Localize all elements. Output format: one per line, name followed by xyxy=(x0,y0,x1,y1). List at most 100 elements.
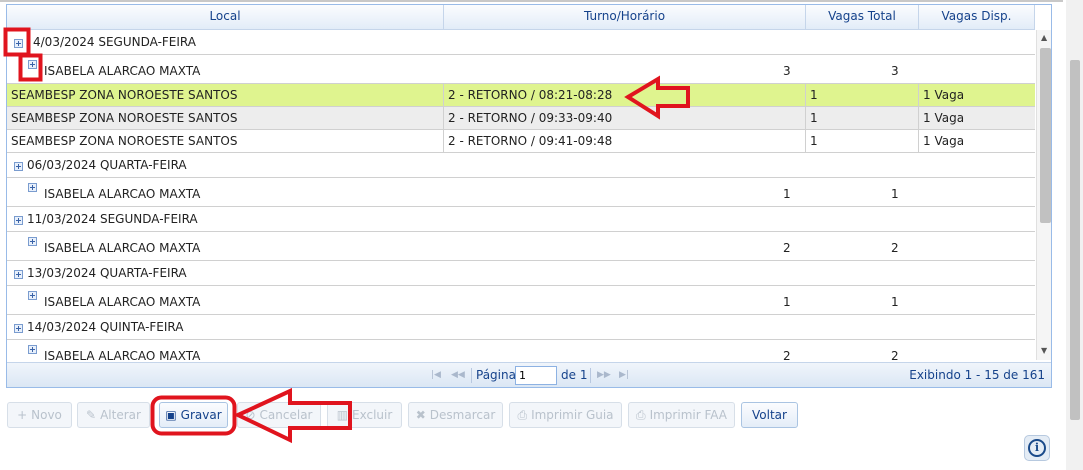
cell-vagas-disp: 1 Vaga xyxy=(923,111,965,125)
table-row[interactable]: SEAMBESP ZONA NOROESTE SANTOS 2 - RETORN… xyxy=(7,84,1035,107)
printer-icon: ⎙ xyxy=(517,408,528,422)
group-row[interactable]: 13/03/2024 QUARTA-FEIRA xyxy=(7,261,1035,286)
vagas-disp-value: 1 xyxy=(891,295,899,309)
group-date-label: 06/03/2024 QUARTA-FEIRA xyxy=(27,158,187,172)
last-page-icon[interactable]: ▶| xyxy=(619,370,629,380)
scroll-up-arrow-icon[interactable]: ▲ xyxy=(1041,33,1047,42)
expand-toggle-icon[interactable] xyxy=(14,216,23,225)
prev-page-icon[interactable]: ◀◀ xyxy=(451,370,465,380)
page-scrollbar[interactable] xyxy=(1066,0,1083,470)
person-name: ISABELA ALARCAO MAXTA xyxy=(44,241,201,255)
column-header-turno[interactable]: Turno/Horário xyxy=(444,5,806,29)
gravar-button[interactable]: ▣ Gravar xyxy=(159,402,228,428)
expand-toggle-icon[interactable] xyxy=(28,237,37,246)
page-count-label: de 1 xyxy=(561,368,588,382)
page-scrollbar-thumb[interactable] xyxy=(1070,60,1080,420)
table-row[interactable]: SEAMBESP ZONA NOROESTE SANTOS 2 - RETORN… xyxy=(7,130,1035,153)
group-date-label: 11/03/2024 SEGUNDA-FEIRA xyxy=(27,212,198,226)
person-name: ISABELA ALARCAO MAXTA xyxy=(44,187,201,201)
group-row[interactable]: 11/03/2024 SEGUNDA-FEIRA xyxy=(7,207,1035,232)
expand-toggle-icon[interactable] xyxy=(28,345,37,354)
vagas-disp-value: 2 xyxy=(891,241,899,255)
table-row[interactable]: SEAMBESP ZONA NOROESTE SANTOS 2 - RETORN… xyxy=(7,107,1035,130)
novo-button[interactable]: + Novo xyxy=(7,402,72,428)
schedule-grid: Local Turno/Horário Vagas Total Vagas Di… xyxy=(6,4,1052,388)
cell-turno: 2 - RETORNO / 08:21-08:28 xyxy=(444,84,806,106)
imprimir-guia-button[interactable]: ⎙ Imprimir Guia xyxy=(509,402,622,428)
vagas-total-value: 2 xyxy=(783,241,791,255)
cell-vagas-disp: 1 Vaga xyxy=(923,88,965,102)
expand-toggle-icon[interactable] xyxy=(28,183,37,192)
person-row[interactable]: ISABELA ALARCAO MAXTA 1 1 xyxy=(7,286,1035,315)
grid-body: 4/03/2024 SEGUNDA-FEIRA ISABELA ALARCAO … xyxy=(7,30,1035,360)
cell-vagas-total: 1 xyxy=(806,130,919,152)
person-name: ISABELA ALARCAO MAXTA xyxy=(44,64,201,78)
cell-turno: 2 - RETORNO / 09:33-09:40 xyxy=(444,107,806,129)
voltar-button[interactable]: Voltar xyxy=(741,402,798,428)
novo-label: Novo xyxy=(31,408,62,422)
cell-local: SEAMBESP ZONA NOROESTE SANTOS xyxy=(7,84,444,106)
column-header-local[interactable]: Local xyxy=(7,5,444,29)
cancelar-label: Cancelar xyxy=(259,408,313,422)
group-row[interactable]: 14/03/2024 QUINTA-FEIRA xyxy=(7,315,1035,340)
cancelar-button[interactable]: ⊘ Cancelar xyxy=(237,402,321,428)
excluir-button[interactable]: ▥ Excluir xyxy=(327,402,402,428)
info-icon: i xyxy=(1028,439,1046,457)
next-page-icon[interactable]: ▶▶ xyxy=(597,370,611,380)
person-row[interactable]: ISABELA ALARCAO MAXTA 3 3 xyxy=(7,55,1035,84)
pencil-icon: ✎ xyxy=(86,408,97,422)
expand-toggle-icon[interactable] xyxy=(14,270,23,279)
person-row[interactable]: ISABELA ALARCAO MAXTA 2 2 xyxy=(7,232,1035,261)
page-number-input[interactable] xyxy=(515,366,557,385)
person-name: ISABELA ALARCAO MAXTA xyxy=(44,295,201,309)
vagas-total-value: 1 xyxy=(783,295,791,309)
grid-header: Local Turno/Horário Vagas Total Vagas Di… xyxy=(7,5,1035,30)
imprimir-faa-button[interactable]: ⎙ Imprimir FAA xyxy=(628,402,735,428)
excluir-label: Excluir xyxy=(352,408,393,422)
info-button[interactable]: i xyxy=(1024,435,1050,461)
page-label: Página xyxy=(476,368,516,382)
cell-turno: 2 - RETORNO / 09:41-09:48 xyxy=(444,130,806,152)
expand-toggle-icon[interactable] xyxy=(14,324,23,333)
expand-toggle-icon[interactable] xyxy=(14,162,23,171)
group-date-label: 13/03/2024 QUARTA-FEIRA xyxy=(27,266,187,280)
column-header-vagas-total[interactable]: Vagas Total xyxy=(806,5,919,29)
group-date-label: 4/03/2024 SEGUNDA-FEIRA xyxy=(33,35,196,49)
cell-local: SEAMBESP ZONA NOROESTE SANTOS xyxy=(7,107,444,129)
expand-toggle-icon[interactable] xyxy=(14,39,23,48)
first-page-icon[interactable]: |◀ xyxy=(431,370,441,380)
pager-separator xyxy=(471,368,472,383)
alterar-button[interactable]: ✎ Alterar xyxy=(77,402,150,428)
scroll-down-arrow-icon[interactable]: ▼ xyxy=(1041,346,1047,355)
scrollbar-thumb[interactable] xyxy=(1040,48,1051,223)
cancel-icon: ⊘ xyxy=(245,408,256,422)
group-date-label: 14/03/2024 QUINTA-FEIRA xyxy=(27,320,184,334)
printer-icon: ⎙ xyxy=(635,408,646,422)
pager-separator xyxy=(590,368,591,383)
trash-icon: ▥ xyxy=(336,408,349,422)
group-row[interactable]: 06/03/2024 QUARTA-FEIRA xyxy=(7,153,1035,178)
vagas-disp-value: 2 xyxy=(891,349,899,360)
person-row[interactable]: ISABELA ALARCAO MAXTA 2 2 xyxy=(7,340,1035,360)
alterar-label: Alterar xyxy=(100,408,141,422)
plus-icon: + xyxy=(17,408,28,422)
group-row[interactable]: 4/03/2024 SEGUNDA-FEIRA xyxy=(7,30,1035,55)
cell-local: SEAMBESP ZONA NOROESTE SANTOS xyxy=(7,130,444,152)
record-count-label: Exibindo 1 - 15 de 161 xyxy=(909,368,1045,382)
top-border xyxy=(0,0,1063,2)
column-header-vagas-disp[interactable]: Vagas Disp. xyxy=(919,5,1035,29)
cell-vagas-total: 1 xyxy=(806,84,919,106)
person-name: ISABELA ALARCAO MAXTA xyxy=(44,349,201,360)
expand-toggle-icon[interactable] xyxy=(28,291,37,300)
cell-vagas-total: 1 xyxy=(806,107,919,129)
vagas-disp-value: 1 xyxy=(891,187,899,201)
vagas-total-value: 2 xyxy=(783,349,791,360)
desmarcar-label: Desmarcar xyxy=(429,408,496,422)
grid-scrollbar[interactable]: ▲ ▼ xyxy=(1036,30,1051,360)
imprimir-faa-label: Imprimir FAA xyxy=(649,408,728,422)
vagas-disp-value: 3 xyxy=(891,64,899,78)
expand-toggle-icon[interactable] xyxy=(28,60,37,69)
person-row[interactable]: ISABELA ALARCAO MAXTA 1 1 xyxy=(7,178,1035,207)
desmarcar-button[interactable]: ✖ Desmarcar xyxy=(408,402,503,428)
close-icon: ✖ xyxy=(415,408,426,422)
